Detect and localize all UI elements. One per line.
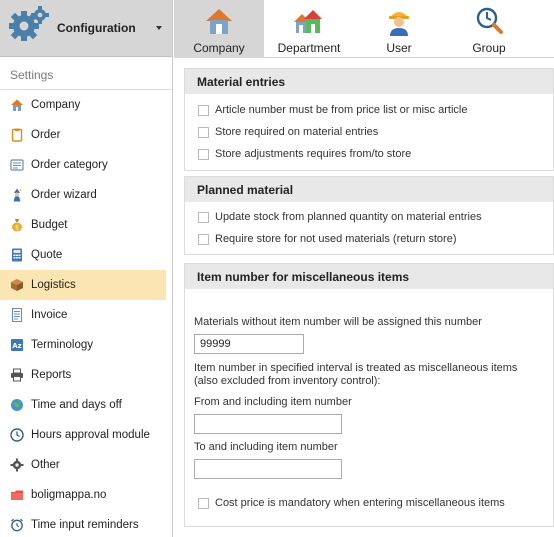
gear-icon (10, 458, 24, 472)
sidebar-item-label: Company (31, 99, 81, 111)
sidebar-item-label: Budget (31, 219, 68, 231)
scope-tabs: Company Department User Group (174, 0, 554, 58)
sidebar-item-label: Quote (31, 249, 63, 261)
from-label: From and including item number (194, 396, 352, 408)
option-label: Require store for not used materials (re… (215, 233, 457, 245)
sidebar-item-label: Order category (31, 159, 108, 171)
sidebar-item-hours-approval-module[interactable]: Hours approval module (0, 420, 172, 450)
cost-price-option[interactable]: Cost price is mandatory when entering mi… (185, 492, 553, 514)
sidebar-item-quote[interactable]: Quote (0, 240, 172, 270)
printer-icon (10, 368, 24, 382)
sidebar-item-time-input-reminders[interactable]: Time input reminders (0, 510, 172, 537)
store-adjustments-option[interactable]: Store adjustments requires from/to store (185, 143, 553, 165)
sidebar-item-label: Other (31, 459, 60, 471)
option-label: Store required on material entries (215, 126, 379, 138)
sidebar-item-terminology[interactable]: Az Terminology (0, 330, 172, 360)
update-stock-checkbox[interactable] (198, 211, 209, 223)
sidebar-item-order-wizard[interactable]: Order wizard (0, 180, 172, 210)
tab-label: User (386, 41, 412, 55)
tab-user[interactable]: User (354, 0, 444, 58)
update-stock-option[interactable]: Update stock from planned quantity on ma… (185, 206, 553, 228)
configuration-dropdown[interactable]: Configuration (0, 0, 172, 57)
tab-company[interactable]: Company (174, 0, 264, 58)
from-item-number-input[interactable] (194, 414, 342, 434)
sidebar-item-order-category[interactable]: Order category (0, 150, 172, 180)
sidebar-item-time-and-days-off[interactable]: Time and days off (0, 390, 172, 420)
planned-material-header: Planned material (185, 177, 553, 202)
sidebar-item-budget[interactable]: $ Budget (0, 210, 172, 240)
svg-text:$: $ (15, 225, 19, 232)
sidebar: Configuration Settings Company Order Ord… (0, 0, 173, 537)
worker-icon (383, 5, 415, 37)
wizard-icon (10, 188, 24, 202)
sidebar-item-company[interactable]: Company (0, 90, 172, 120)
sidebar-item-label: Hours approval module (31, 429, 150, 441)
sidebar-item-order[interactable]: Order (0, 120, 172, 150)
svg-text:Az: Az (12, 342, 22, 350)
to-label: To and including item number (194, 441, 338, 453)
sidebar-item-label: Order wizard (31, 189, 97, 201)
require-store-option[interactable]: Require store for not used materials (re… (185, 228, 553, 250)
material-entries-header: Material entries (185, 69, 553, 94)
cost-price-checkbox[interactable] (198, 497, 209, 509)
option-label: Cost price is mandatory when entering mi… (215, 497, 505, 509)
clipboard-icon (10, 128, 24, 142)
store-adjustments-checkbox[interactable] (198, 148, 209, 160)
configuration-title: Configuration (57, 21, 136, 35)
logistics-settings-panel: Material entries Article number must be … (174, 59, 554, 537)
planned-material-group: Planned material Update stock from plann… (184, 176, 554, 255)
sidebar-item-label: Order (31, 129, 61, 141)
sidebar-item-logistics[interactable]: Logistics (0, 270, 166, 300)
tab-group[interactable]: Group (444, 0, 534, 58)
misc-items-header: Item number for miscellaneous items (185, 264, 553, 289)
clock-icon (10, 428, 24, 442)
sidebar-item-boligmappa[interactable]: boligmappa.no (0, 480, 172, 510)
tab-label: Company (193, 41, 245, 55)
sidebar-item-other[interactable]: Other (0, 450, 172, 480)
assign-number-input[interactable] (194, 334, 304, 354)
sidebar-item-invoice[interactable]: Invoice (0, 300, 172, 330)
sidebar-item-label: boligmappa.no (31, 489, 107, 501)
sidebar-item-label: Time input reminders (31, 519, 139, 531)
to-item-number-input[interactable] (194, 459, 342, 479)
article-number-checkbox[interactable] (198, 104, 209, 116)
tab-department[interactable]: Department (264, 0, 354, 58)
folder-icon (10, 158, 24, 172)
group-icon (473, 5, 505, 37)
tab-label: Department (277, 41, 341, 55)
settings-heading: Settings (0, 57, 172, 90)
sidebar-item-label: Invoice (31, 309, 68, 321)
assign-number-label: Materials without item number will be as… (194, 316, 482, 328)
boligmappa-icon (10, 488, 24, 502)
misc-items-group: Item number for miscellaneous items Mate… (184, 263, 554, 527)
sidebar-item-label: Time and days off (31, 399, 122, 411)
tab-label: Group (472, 41, 506, 55)
sidebar-item-label: Reports (31, 369, 72, 381)
moneybag-icon: $ (10, 218, 24, 232)
option-label: Article number must be from price list o… (215, 104, 468, 116)
sidebar-item-label: Logistics (31, 279, 76, 291)
calculator-icon (10, 248, 24, 262)
require-store-checkbox[interactable] (198, 233, 209, 245)
chevron-down-icon (156, 26, 162, 30)
terminology-icon: Az (10, 338, 24, 352)
sidebar-item-reports[interactable]: Reports (0, 360, 172, 390)
alarm-clock-icon (10, 518, 24, 532)
houses-icon (293, 5, 325, 37)
option-label: Store adjustments requires from/to store (215, 148, 412, 160)
option-label: Update stock from planned quantity on ma… (215, 211, 482, 223)
house-icon (10, 98, 24, 112)
article-number-option[interactable]: Article number must be from price list o… (185, 99, 553, 121)
house-icon (203, 5, 235, 37)
sidebar-item-label: Terminology (31, 339, 93, 351)
invoice-icon (10, 308, 24, 322)
store-required-option[interactable]: Store required on material entries (185, 121, 553, 143)
interval-label: Item number in specified interval is tre… (194, 362, 518, 387)
box-icon (10, 278, 24, 292)
configuration-gears-icon (6, 6, 50, 50)
material-entries-group: Material entries Article number must be … (184, 68, 554, 171)
globe-icon (10, 398, 24, 412)
store-required-checkbox[interactable] (198, 126, 209, 138)
